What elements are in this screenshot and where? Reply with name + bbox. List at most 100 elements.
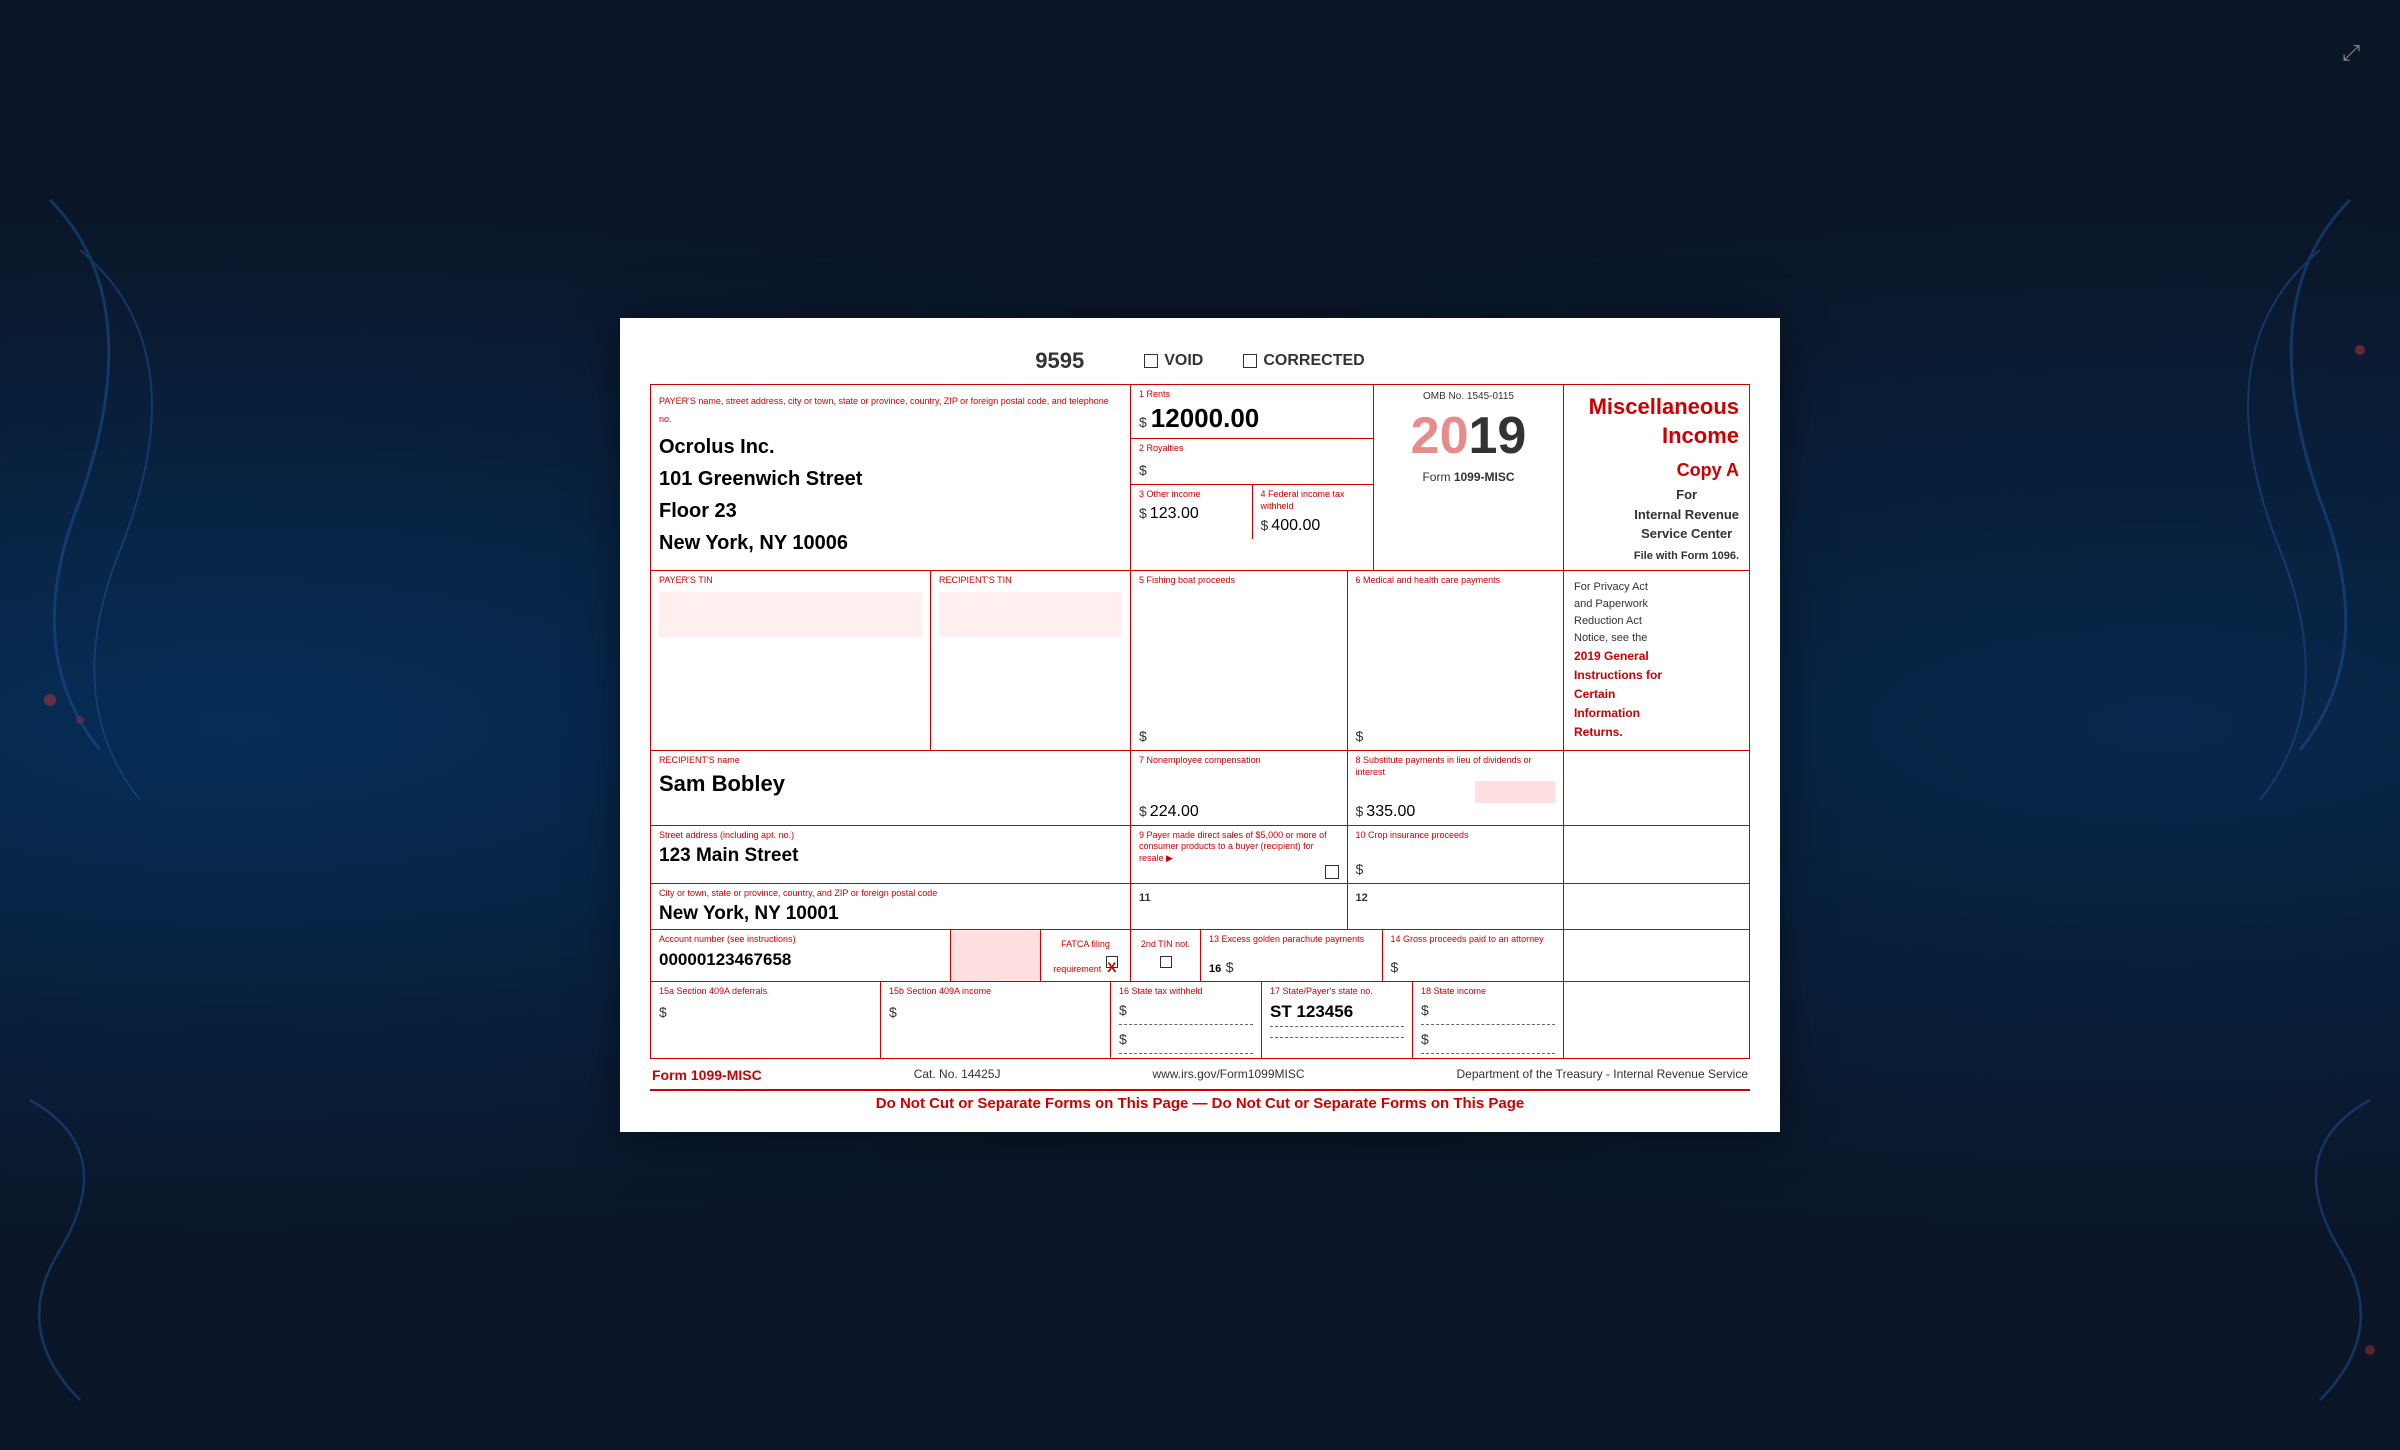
field2-dollar: $ — [1139, 462, 1147, 478]
form-footer: Form 1099-MISC Cat. No. 14425J www.irs.g… — [650, 1067, 1750, 1083]
form-number-line: 9595 VOID CORRECTED — [650, 348, 1750, 374]
row-account: Account number (see instructions) 000001… — [651, 930, 1749, 982]
field4-label: 4 Federal income tax withheld — [1261, 489, 1366, 512]
field15a-label: 15a Section 409A deferrals — [659, 986, 872, 998]
footer-cat: Cat. No. 14425J — [914, 1067, 1001, 1083]
account-label: Account number (see instructions) — [659, 934, 942, 946]
field10-dollar: $ — [1356, 861, 1364, 877]
recipient-tin-label: RECIPIENT'S TIN — [939, 575, 1122, 587]
field12-label: 12 — [1356, 892, 1368, 904]
year-suffix: 19 — [1469, 406, 1527, 466]
misc-income-title: MiscellaneousIncome — [1589, 393, 1739, 450]
field2-label: 2 Royalties — [1139, 443, 1365, 455]
field3-value: 123.00 — [1150, 505, 1199, 523]
city-value: New York, NY 10001 — [659, 903, 1122, 925]
field15a-dollar: $ — [659, 1004, 667, 1020]
right-spacer4 — [1564, 930, 1749, 981]
street-value: 123 Main Street — [659, 845, 1122, 867]
field10-label: 10 Crop insurance proceeds — [1356, 830, 1556, 842]
payer-tin-label: PAYER'S TIN — [659, 575, 922, 587]
form-number: 9595 — [1035, 348, 1084, 374]
right-spacer5 — [1564, 982, 1749, 1058]
field8-value: 335.00 — [1366, 803, 1415, 821]
footer-form-label: Form 1099-MISC — [652, 1067, 762, 1083]
field1-label: 1 Rents — [1139, 389, 1365, 401]
field6-dollar: $ — [1356, 728, 1364, 744]
row-recipient: RECIPIENT'S name Sam Bobley 7 Nonemploye… — [651, 751, 1749, 825]
file-with-label: File with Form 1096. — [1634, 550, 1739, 562]
payer-name: Ocrolus Inc. 101 Greenwich Street Floor … — [659, 431, 1122, 559]
privacy-notice: For Privacy Actand PaperworkReduction Ac… — [1564, 571, 1749, 750]
void-checkbox-label[interactable]: VOID — [1144, 352, 1203, 370]
field16-dollar2: $ — [1119, 1031, 1127, 1047]
recipient-tin-input[interactable] — [939, 592, 1122, 637]
omb-label: OMB No. 1545-0115 — [1423, 391, 1514, 402]
form-body: PAYER'S name, street address, city or to… — [650, 384, 1750, 1059]
field4-dollar: $ — [1261, 517, 1269, 533]
year-prefix: 20 — [1411, 406, 1469, 466]
corrected-checkbox[interactable] — [1243, 354, 1257, 368]
field4-value: 400.00 — [1271, 517, 1320, 535]
payer-info-cell: PAYER'S name, street address, city or to… — [651, 385, 1131, 570]
field9-checkbox[interactable] — [1325, 865, 1339, 879]
copy-a-label: Copy A — [1677, 460, 1739, 481]
account-shaded — [951, 930, 1041, 981]
field17-value: ST 123456 — [1270, 1002, 1404, 1027]
row-street: Street address (including apt. no.) 123 … — [651, 826, 1749, 884]
footer-website: www.irs.gov/Form1099MISC — [1152, 1067, 1304, 1083]
2nd-tin-checkbox[interactable] — [1160, 956, 1172, 968]
fatca-checkbox[interactable]: X — [1106, 956, 1118, 968]
right-spacer2 — [1564, 826, 1749, 883]
field14-label: 14 Gross proceeds paid to an attorney — [1391, 934, 1556, 946]
void-label: VOID — [1164, 352, 1203, 370]
field7-label: 7 Nonemployee compensation — [1139, 755, 1339, 767]
right-spacer3 — [1564, 884, 1749, 930]
corrected-label: CORRECTED — [1263, 352, 1364, 370]
field13-label: 13 Excess golden parachute payments — [1209, 934, 1374, 946]
field13-number: 16 — [1209, 963, 1221, 975]
payer-tin-input[interactable] — [659, 592, 922, 637]
field1-value: 12000.00 — [1151, 403, 1259, 434]
footer-dept: Department of the Treasury - Internal Re… — [1457, 1067, 1748, 1083]
form-label: Form — [1422, 470, 1450, 484]
field8-dollar: $ — [1356, 803, 1364, 819]
field15b-label: 15b Section 409A income — [889, 986, 1102, 998]
row-payer-rents: PAYER'S name, street address, city or to… — [651, 385, 1749, 571]
form-name: 1099-MISC — [1454, 470, 1515, 484]
fatca-x: X — [1107, 959, 1117, 975]
field13-dollar: $ — [1226, 959, 1234, 975]
form-container: 9595 VOID CORRECTED PAYER'S name, street… — [620, 318, 1780, 1132]
2nd-tin-label: 2nd TIN not. — [1141, 939, 1190, 949]
field1-dollar: $ — [1139, 414, 1147, 430]
field14-dollar: $ — [1391, 959, 1399, 975]
recipient-name-label: RECIPIENT'S name — [659, 755, 1122, 767]
field18-dollar2: $ — [1421, 1031, 1429, 1047]
void-checkbox[interactable] — [1144, 354, 1158, 368]
field7-dollar: $ — [1139, 803, 1147, 819]
row-tin: PAYER'S TIN RECIPIENT'S TIN 5 Fishing bo… — [651, 571, 1749, 751]
payer-field-label: PAYER'S name, street address, city or to… — [659, 396, 1109, 424]
compress-icon[interactable]: ⤢ — [2342, 40, 2360, 66]
field15b-dollar: $ — [889, 1004, 897, 1020]
fatca-label: FATCA filing requirement — [1053, 939, 1110, 974]
field17-label: 17 State/Payer's state no. — [1270, 986, 1404, 998]
2nd-tin-cell: 2nd TIN not. — [1131, 930, 1201, 981]
field6-label: 6 Medical and health care payments — [1356, 575, 1556, 587]
do-not-cut: Do Not Cut or Separate Forms on This Pag… — [650, 1089, 1750, 1112]
field8-label: 8 Substitute payments in lieu of dividen… — [1356, 755, 1556, 778]
recipient-name-value: Sam Bobley — [659, 771, 1122, 797]
field5-dollar: $ — [1139, 728, 1147, 744]
account-value: 00000123467658 — [659, 950, 942, 970]
field16-label: 16 State tax withheld — [1119, 986, 1253, 998]
field7-value: 224.00 — [1150, 803, 1199, 821]
field18-label: 18 State income — [1421, 986, 1555, 998]
field9-label: 9 Payer made direct sales of $5,000 or m… — [1139, 830, 1339, 865]
corrected-checkbox-label[interactable]: CORRECTED — [1243, 352, 1364, 370]
street-label: Street address (including apt. no.) — [659, 830, 1122, 842]
field11-label: 11 — [1139, 892, 1151, 904]
city-label: City or town, state or province, country… — [659, 888, 1122, 900]
row-city: City or town, state or province, country… — [651, 884, 1749, 931]
privacy-notice-continued — [1564, 751, 1749, 824]
irs-center-label: ForInternal RevenueService Center — [1634, 485, 1739, 544]
field18-dollar1: $ — [1421, 1002, 1429, 1018]
